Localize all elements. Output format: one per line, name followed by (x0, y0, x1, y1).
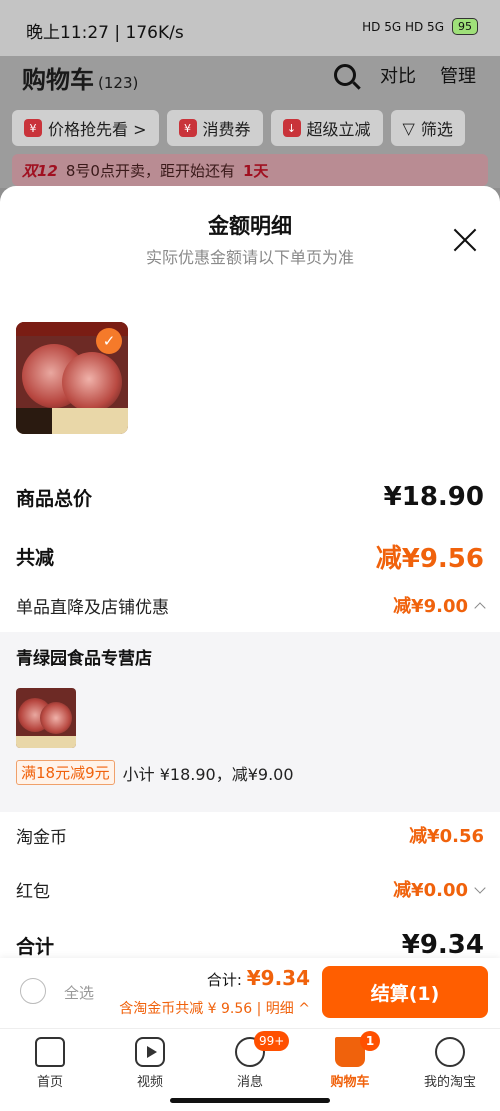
manage-button[interactable]: 管理 (440, 62, 476, 88)
filter-icon: ▽ (402, 118, 415, 138)
thumb-label (16, 408, 52, 434)
reduce-value: 减¥9.56 (375, 544, 484, 574)
direct-discount-row[interactable]: 单品直降及店铺优惠 减¥9.00 (16, 592, 486, 618)
chip-label: 超级立减 (306, 120, 371, 139)
bottom-tab-bar: 首页 视频 99+ 消息 1 购物车 我的淘宝 (0, 1028, 500, 1111)
close-icon[interactable] (452, 226, 478, 252)
page-title-text: 购物车 (22, 66, 94, 94)
chip-label: 消费券 (202, 120, 251, 139)
product-thumbnail[interactable]: ✓ (16, 322, 128, 434)
chip-label: 筛选 (420, 120, 453, 139)
promo-text: 8号0点开卖，距开始还有 (65, 161, 235, 180)
total-price-value: ¥18.90 (383, 482, 484, 512)
coin-label: 淘金币 (16, 827, 67, 848)
chip-super-discount[interactable]: ↓ 超级立减 (270, 110, 383, 146)
chevron-up-icon: ^ (298, 1001, 310, 1017)
chip-price-preview[interactable]: ¥ 价格抢先看 > (12, 110, 159, 146)
tab-messages[interactable]: 99+ 消息 (200, 1031, 300, 1090)
tab-video[interactable]: 视频 (100, 1035, 200, 1090)
cart-count: (123) (98, 74, 139, 92)
search-icon[interactable] (334, 64, 356, 86)
status-time: 晚上11:27 | 176K/s (26, 23, 184, 43)
promo-tag: 双12 (22, 161, 58, 180)
tab-cart[interactable]: 1 购物车 (300, 1031, 400, 1090)
battery-icon: 95 (452, 18, 478, 35)
direct-discount-value: 减¥9.00 (393, 596, 468, 617)
amount-detail-sheet: 金额明细 实际优惠金额请以下单页为准 ✓ 商品总价 ¥18.90 共减 减¥9.… (0, 186, 500, 966)
saved-detail-link[interactable]: 含淘金币共减 ¥ 9.56 | 明细 ^ (119, 998, 310, 1018)
direct-discount-value-wrap: 减¥9.00 (393, 592, 486, 618)
saved-text: 含淘金币共减 ¥ 9.56 | 明细 (119, 1001, 294, 1017)
total-prefix: 合计: (206, 971, 242, 989)
video-icon (135, 1037, 165, 1067)
store-name[interactable]: 青绿园食品专营店 (16, 644, 152, 669)
tab-my-taobao[interactable]: 我的淘宝 (400, 1035, 500, 1090)
redpacket-value: 减¥0.00 (393, 880, 468, 901)
yen-icon: ¥ (24, 119, 42, 137)
check-icon[interactable]: ✓ (96, 328, 122, 354)
promo-days: 1天 (242, 161, 269, 180)
store-subtotal: 小计 ¥18.90，减¥9.00 (122, 764, 294, 784)
chevron-up-icon (474, 602, 486, 614)
chip-filter[interactable]: ▽ 筛选 (390, 110, 465, 146)
sum-row: 合计 ¥9.34 (16, 930, 484, 960)
cart-badge: 1 (360, 1031, 380, 1051)
down-arrow-icon: ↓ (282, 119, 301, 137)
reduce-row: 共减 减¥9.56 (16, 538, 484, 575)
tab-label: 我的淘宝 (423, 1075, 476, 1090)
tab-label: 购物车 (330, 1075, 370, 1090)
chip-label: 价格抢先看 > (48, 120, 147, 139)
home-indicator[interactable] (170, 1098, 330, 1103)
thumb-banner (16, 736, 76, 748)
sum-label: 合计 (16, 935, 55, 958)
compare-button[interactable]: 对比 (380, 62, 416, 88)
total-amount: ¥9.34 (246, 966, 310, 990)
checkout-total: 合计: ¥9.34 (207, 966, 310, 990)
page-title: 购物车 (123) (22, 60, 138, 95)
promo-banner: 双12 8号0点开卖，距开始还有 1天 (12, 154, 488, 186)
chip-coupon[interactable]: ¥ 消费券 (166, 110, 263, 146)
checkout-button[interactable]: 结算(1) (322, 966, 488, 1018)
sausage-slice (40, 702, 72, 734)
network-indicator: HD 5G HD 5G (362, 19, 444, 34)
sum-value: ¥9.34 (401, 930, 484, 960)
select-all-label[interactable]: 全选 (64, 982, 94, 1003)
tab-label: 消息 (236, 1075, 263, 1090)
sheet-title: 金额明细 (208, 214, 292, 238)
redpacket-value-wrap: 减¥0.00 (393, 876, 486, 902)
direct-discount-label: 单品直降及店铺优惠 (16, 597, 169, 618)
filter-chips: ¥ 价格抢先看 > ¥ 消费券 ↓ 超级立减 ▽ 筛选 (12, 110, 465, 146)
home-icon (35, 1037, 65, 1067)
tab-home[interactable]: 首页 (0, 1035, 100, 1090)
discount-tag: 满18元减9元 (16, 760, 115, 785)
tab-label: 首页 (36, 1075, 63, 1090)
coin-row: 淘金币 减¥0.56 (16, 822, 484, 848)
chevron-down-icon (474, 882, 486, 894)
status-icons: HD 5G HD 5G 95 (362, 18, 478, 35)
tab-label: 视频 (136, 1075, 163, 1090)
checkout-bar: 全选 合计: ¥9.34 含淘金币共减 ¥ 9.56 | 明细 ^ 结算(1) (0, 958, 500, 1028)
status-bar: 晚上11:27 | 176K/s HD 5G HD 5G 95 (0, 0, 500, 56)
total-price-row: 商品总价 ¥18.90 (16, 482, 484, 512)
store-item-thumbnail[interactable] (16, 688, 76, 748)
yen-icon: ¥ (178, 119, 197, 137)
coin-value: 减¥0.56 (409, 826, 484, 847)
store-detail: 青绿园食品专营店 满18元减9元 小计 ¥18.90，减¥9.00 (0, 632, 500, 812)
redpacket-row[interactable]: 红包 减¥0.00 (16, 876, 486, 902)
message-badge: 99+ (254, 1031, 290, 1051)
sausage-slice (62, 352, 122, 412)
header-actions: 对比 管理 (334, 62, 476, 88)
select-all-radio[interactable] (20, 978, 46, 1004)
store-discount-row: 满18元减9元 小计 ¥18.90，减¥9.00 (16, 760, 294, 785)
reduce-label: 共减 (16, 547, 55, 569)
redpacket-label: 红包 (16, 881, 50, 902)
smile-icon (435, 1037, 465, 1067)
total-price-label: 商品总价 (16, 487, 93, 510)
sheet-subtitle: 实际优惠金额请以下单页为准 (145, 248, 354, 267)
